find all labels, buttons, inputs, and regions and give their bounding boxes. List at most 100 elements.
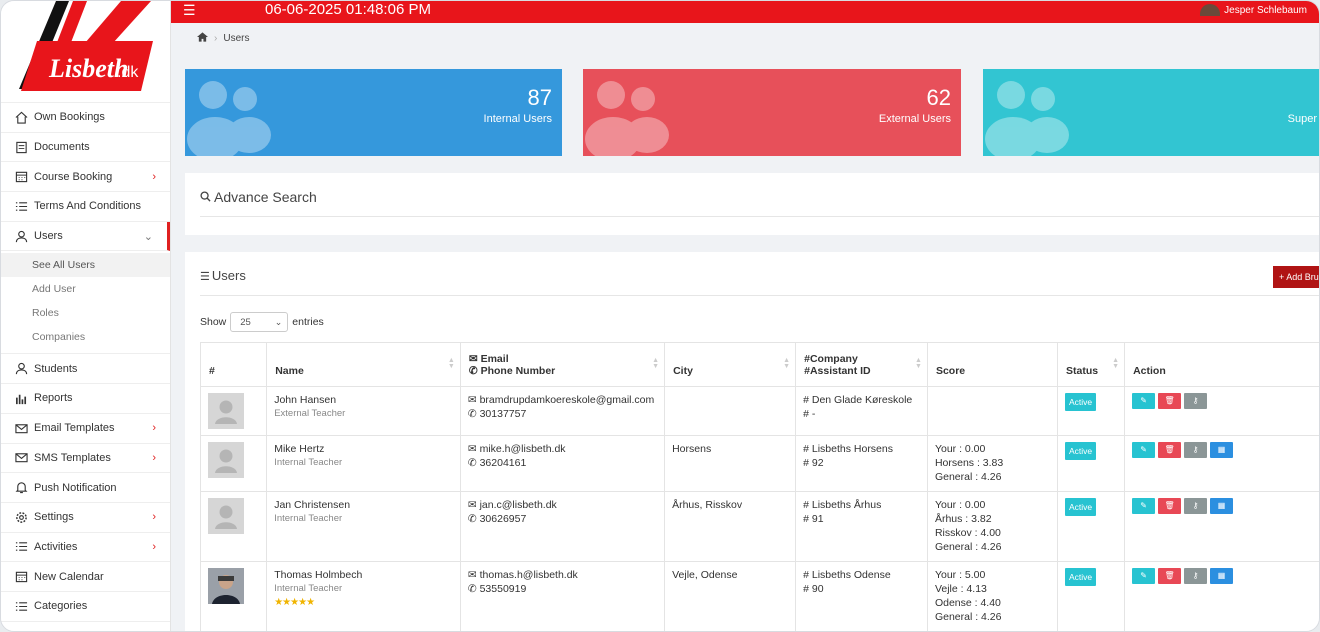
sidebar-item-course-booking[interactable]: Course Booking › xyxy=(1,162,170,193)
advance-search-panel[interactable]: Advance Search xyxy=(185,173,1319,235)
sidebar-item-students[interactable]: Students xyxy=(1,354,170,385)
key-button[interactable]: ⚷ xyxy=(1184,442,1208,458)
user-email[interactable]: thomas.h@lisbeth.dk xyxy=(480,569,578,581)
cell-actions: ✎ 🗑 ⚷ xyxy=(1124,386,1319,436)
avatar xyxy=(208,568,244,604)
phone-icon: ✆ xyxy=(467,513,477,525)
user-name: Jesper Schlebaum xyxy=(1224,4,1307,16)
sidebar-item-label: Documents xyxy=(34,141,90,154)
column-header-num[interactable]: # xyxy=(199,342,268,387)
user-name[interactable]: Mike Hertz xyxy=(274,442,453,456)
edit-button[interactable]: ✎ xyxy=(1132,568,1156,584)
sidebar-item-sms-templates[interactable]: SMS Templates › xyxy=(1,444,170,474)
stat-card-internal-users[interactable]: 87 Internal Users xyxy=(185,69,562,156)
sidebar-item-new-calendar[interactable]: New Calendar xyxy=(1,562,170,592)
sort-icon: ▲ ▼ xyxy=(1112,357,1120,370)
menu-icon[interactable]: ☰ xyxy=(183,2,196,19)
user-email[interactable]: jan.c@lisbeth.dk xyxy=(480,499,557,511)
user-phone: 30137757 xyxy=(479,408,527,420)
sidebar-item-settings[interactable]: Settings › xyxy=(1,503,170,533)
delete-button[interactable]: 🗑 xyxy=(1158,393,1182,409)
cell-name: Jan Christensen Internal Teacher xyxy=(266,491,461,562)
sidebar-item-categories[interactable]: Categories xyxy=(1,592,170,622)
entries-label: entries xyxy=(292,316,324,328)
edit-button[interactable]: ✎ xyxy=(1132,442,1156,458)
user-email[interactable]: bramdrupdamkoereskole@gmail.com xyxy=(480,394,655,406)
cell-actions: ✎ 🗑 ⚷ ▦ xyxy=(1124,561,1319,631)
sidebar-item-label: Students xyxy=(34,362,78,375)
entries-select[interactable]: 25 ⌄ xyxy=(230,312,289,332)
home-icon[interactable] xyxy=(197,32,208,45)
svg-text:.dk: .dk xyxy=(117,64,139,81)
document-icon xyxy=(14,140,28,154)
edit-button[interactable]: ✎ xyxy=(1132,393,1156,409)
cell-photo xyxy=(199,491,268,562)
sidebar-item-terms[interactable]: Terms And Conditions xyxy=(1,192,170,222)
user-name[interactable]: Jan Christensen xyxy=(274,498,453,512)
sidebar-subitem-add-user[interactable]: Add User xyxy=(1,277,170,301)
column-header-company[interactable]: #Company #Assistant ID ▲ ▼ xyxy=(795,342,928,387)
sort-icon: ▲ ▼ xyxy=(783,357,791,370)
cell-city: Vejle, Odense xyxy=(664,561,797,631)
user-email[interactable]: mike.h@lisbeth.dk xyxy=(480,443,566,455)
key-button[interactable]: ⚷ xyxy=(1184,568,1208,584)
breadcrumb-current: Users xyxy=(223,33,250,44)
score-line: Your : 0.00 xyxy=(934,499,986,511)
status-badge: Active xyxy=(1065,442,1097,460)
sidebar-subitem-companies[interactable]: Companies xyxy=(1,325,170,349)
cell-contact: ✉ bramdrupdamkoereskole@gmail.com ✆ 3013… xyxy=(459,386,666,436)
sidebar-item-documents[interactable]: Documents xyxy=(1,133,170,163)
stat-label: Super xyxy=(1287,113,1317,125)
stat-card-external-users[interactable]: 62 External Users xyxy=(583,69,961,156)
sidebar-item-push-notification[interactable]: Push Notification xyxy=(1,473,170,503)
sidebar-item-activities[interactable]: Activities › xyxy=(1,533,170,563)
key-button[interactable]: ⚷ xyxy=(1184,498,1208,514)
column-header-name[interactable]: Name ▲ ▼ xyxy=(266,342,461,387)
company: # Lisbeths Århus xyxy=(803,499,882,511)
sidebar-item-label: Own Bookings xyxy=(34,111,105,124)
logo[interactable]: Lisbeth .dk xyxy=(1,1,170,103)
user-menu[interactable]: Jesper Schlebaum xyxy=(1200,4,1307,16)
sidebar-item-own-bookings[interactable]: Own Bookings xyxy=(1,103,170,133)
cell-status: Active xyxy=(1056,435,1126,492)
calendar-button[interactable]: ▦ xyxy=(1210,442,1234,458)
user-phone: 53550919 xyxy=(479,583,527,595)
status-badge: Active xyxy=(1065,568,1097,586)
calendar-button[interactable]: ▦ xyxy=(1210,568,1234,584)
mail-icon: ✉ xyxy=(467,499,477,511)
column-header-city[interactable]: City ▲ ▼ xyxy=(664,342,797,387)
cell-score: Your : 0.00 Horsens : 3.83 General : 4.26 xyxy=(926,435,1059,492)
column-header-email[interactable]: ✉ Email ✆ Phone Number ▲ ▼ xyxy=(459,342,666,387)
sidebar-subitem-roles[interactable]: Roles xyxy=(1,301,170,325)
users-icon xyxy=(14,229,28,243)
user-name[interactable]: Thomas Holmbech xyxy=(274,568,453,582)
delete-button[interactable]: 🗑 xyxy=(1158,498,1182,514)
edit-button[interactable]: ✎ xyxy=(1132,498,1156,514)
calendar-button[interactable]: ▦ xyxy=(1210,498,1234,514)
score-line: Århus : 3.82 xyxy=(934,513,992,525)
table-row: Mike Hertz Internal Teacher ✉ mike.h@lis… xyxy=(199,435,1319,492)
column-header-status[interactable]: Status ▲ ▼ xyxy=(1056,342,1126,387)
cell-actions: ✎ 🗑 ⚷ ▦ xyxy=(1124,491,1319,562)
user-name[interactable]: John Hansen xyxy=(274,393,453,407)
breadcrumb-separator: › xyxy=(214,33,218,44)
sidebar-item-email-templates[interactable]: Email Templates › xyxy=(1,414,170,444)
stat-card-super-users[interactable]: Super xyxy=(983,69,1319,156)
sort-icon: ▲ ▼ xyxy=(652,357,660,370)
avatar xyxy=(208,498,244,534)
score-line: Horsens : 3.83 xyxy=(934,457,1004,469)
add-user-button[interactable]: + Add Bru xyxy=(1273,266,1319,288)
chevron-right-icon: › xyxy=(152,540,156,553)
assistant-id: # - xyxy=(803,408,816,420)
phone-icon: ✆ xyxy=(467,408,477,420)
key-button[interactable]: ⚷ xyxy=(1184,393,1208,409)
sidebar-item-users[interactable]: Users ⌄ xyxy=(1,221,170,252)
bell-icon xyxy=(14,481,28,495)
cell-contact: ✉ thomas.h@lisbeth.dk ✆ 53550919 xyxy=(459,561,666,631)
user-role: Internal Teacher xyxy=(274,513,343,524)
delete-button[interactable]: 🗑 xyxy=(1158,442,1182,458)
delete-button[interactable]: 🗑 xyxy=(1158,568,1182,584)
sidebar-item-reports[interactable]: Reports xyxy=(1,384,170,414)
sidebar-subitem-see-all-users[interactable]: See All Users xyxy=(1,253,170,278)
avatar xyxy=(1200,4,1221,16)
